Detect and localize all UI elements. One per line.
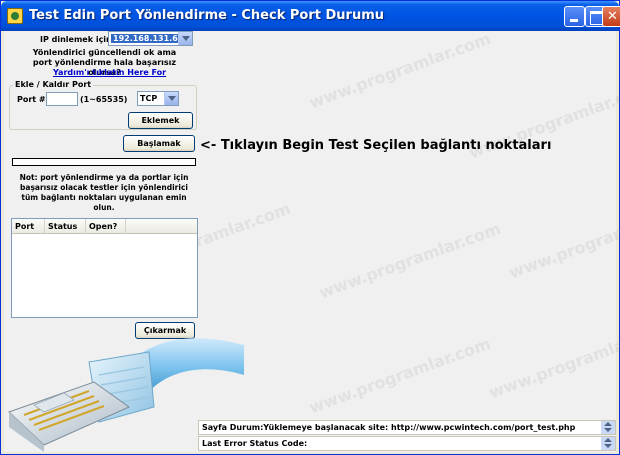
title-bar[interactable]: Test Edin Port Yönlendirme - Check Port …	[1, 1, 620, 31]
start-button[interactable]: Başlamak	[123, 135, 195, 152]
app-icon	[7, 8, 23, 24]
watermark: www.programlar.com	[486, 318, 620, 403]
progress-bar	[12, 158, 196, 166]
list-header: Port Status Open?	[12, 219, 197, 234]
window-title: Test Edin Port Yönlendirme - Check Port …	[29, 8, 384, 23]
port-label: Port #:	[17, 95, 49, 104]
ip-label: IP dinlemek için:	[40, 35, 115, 44]
start-hint: <- Tıklayın Begin Test Seçilen bağlantı …	[200, 138, 552, 153]
protocol-value: TCP	[140, 94, 158, 103]
column-port[interactable]: Port	[12, 219, 45, 233]
close-button[interactable]: ✕	[602, 6, 620, 27]
port-range-label: (1~65535)	[80, 95, 128, 104]
ip-select[interactable]: 192.168.131.65	[108, 31, 193, 46]
page-status-field: Sayfa Durum:Yüklemeye başlanacak site: h…	[198, 420, 616, 435]
last-error-field: Last Error Status Code:	[198, 436, 616, 451]
help-link[interactable]: Yardım'ı tıklatın Here For	[53, 68, 166, 77]
add-port-button[interactable]: Eklemek	[128, 112, 193, 129]
port-list[interactable]: Port Status Open?	[11, 218, 198, 318]
column-status[interactable]: Status	[45, 219, 86, 233]
port-input[interactable]	[46, 92, 78, 106]
app-window: Test Edin Port Yönlendirme - Check Port …	[0, 0, 620, 455]
ip-select-value: 192.168.131.65	[111, 34, 186, 43]
page-status-text: Sayfa Durum:Yüklemeye başlanacak site: h…	[202, 423, 576, 432]
column-open[interactable]: Open?	[86, 219, 126, 233]
watermark: www.programlar.com	[506, 198, 620, 283]
port-group-title: Ekle / Kaldır Port	[13, 80, 94, 89]
minimize-button[interactable]	[564, 6, 585, 27]
watermark: www.programlar.com	[306, 28, 494, 113]
scroll-arrows-icon[interactable]	[601, 437, 615, 450]
watermark: www.programlar.com	[316, 218, 504, 303]
client-area: www.programlar.com www.programlar.com ww…	[4, 28, 620, 452]
protocol-select[interactable]: TCP	[137, 91, 179, 106]
watermark: www.programlar.com	[306, 333, 494, 418]
chevron-down-icon	[164, 92, 178, 105]
note-text: Not: port yönlendirme ya da portlar için…	[19, 173, 189, 212]
chevron-down-icon	[178, 32, 192, 45]
scroll-arrows-icon[interactable]	[601, 421, 615, 434]
last-error-text: Last Error Status Code:	[202, 439, 308, 448]
